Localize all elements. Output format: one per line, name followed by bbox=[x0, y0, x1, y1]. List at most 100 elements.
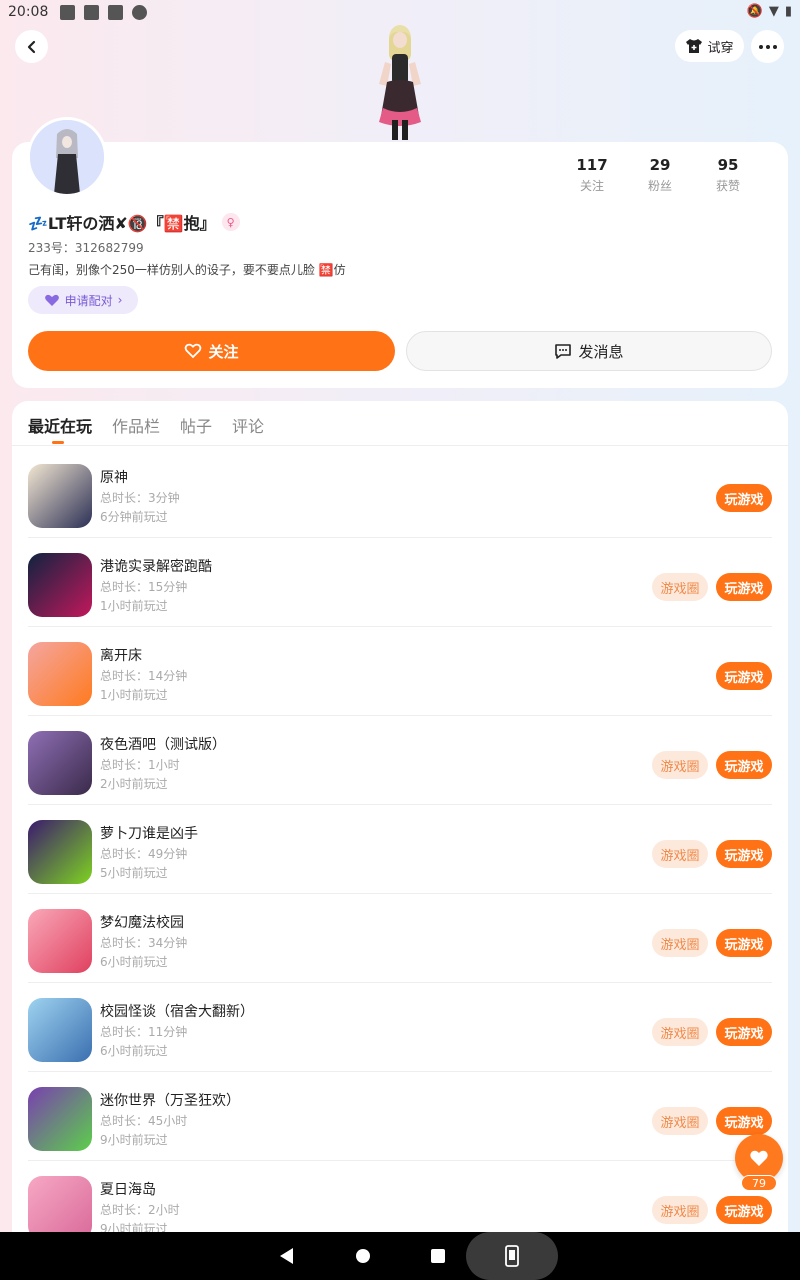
stat-followers[interactable]: 29 粉丝 bbox=[626, 156, 694, 194]
game-icon[interactable] bbox=[28, 998, 92, 1062]
chevron-left-icon bbox=[27, 40, 35, 53]
chevron-right-icon: › bbox=[117, 293, 123, 307]
try-on-label: 试穿 bbox=[707, 40, 734, 56]
game-last-played: 6分钟前玩过 bbox=[100, 510, 168, 524]
follow-label: 关注 bbox=[208, 342, 239, 361]
play-game-button[interactable]: 玩游戏 bbox=[716, 1018, 772, 1046]
status-bar: 20:08 🔕 ▼ ▮ bbox=[0, 0, 800, 24]
stat-label: 获赞 bbox=[715, 179, 740, 193]
game-duration: 总时长：45小时 bbox=[100, 1114, 188, 1128]
nav-back-icon[interactable] bbox=[280, 1248, 293, 1264]
game-icon[interactable] bbox=[28, 1087, 92, 1151]
play-game-button[interactable]: 玩游戏 bbox=[716, 573, 772, 601]
nav-recents-icon[interactable] bbox=[431, 1249, 445, 1263]
user-nickname: 💤LT轩の洒✘🔞『🈲抱』 ♀ bbox=[28, 210, 240, 234]
stat-label: 关注 bbox=[579, 179, 604, 193]
game-circle-button[interactable]: 游戏圈 bbox=[652, 573, 708, 601]
play-game-button[interactable]: 玩游戏 bbox=[716, 751, 772, 779]
game-last-played: 9小时前玩过 bbox=[100, 1133, 168, 1147]
stat-value: 95 bbox=[717, 156, 739, 174]
user-bio: 己有闺，别像个250一样仿别人的设子，要不要点儿脸 🈲仿 bbox=[28, 263, 346, 277]
tab-posts[interactable]: 帖子 bbox=[180, 413, 212, 437]
tab-works[interactable]: 作品栏 bbox=[112, 413, 160, 437]
stat-following[interactable]: 117 关注 bbox=[558, 156, 626, 194]
game-row[interactable]: 夏日海岛 总时长：2小时 9小时前玩过 游戏圈 玩游戏 bbox=[12, 1161, 788, 1241]
battery-icon: ▮ bbox=[784, 4, 792, 19]
game-icon[interactable] bbox=[28, 553, 92, 617]
game-icon[interactable] bbox=[28, 464, 92, 528]
game-duration: 总时长：1小时 bbox=[100, 758, 180, 772]
try-on-button[interactable]: 试穿 bbox=[675, 30, 744, 62]
game-circle-button[interactable]: 游戏圈 bbox=[652, 1107, 708, 1135]
game-duration: 总时长：34分钟 bbox=[100, 936, 188, 950]
apply-match-label: 申请配对 bbox=[64, 293, 113, 308]
more-icon bbox=[758, 44, 777, 49]
phone-rotate-icon bbox=[505, 1245, 519, 1267]
profile-stats: 117 关注 29 粉丝 95 获赞 bbox=[558, 156, 762, 194]
game-row[interactable]: 原神 总时长：3分钟 6分钟前玩过 玩游戏 bbox=[12, 449, 788, 538]
notification-icon bbox=[108, 4, 124, 20]
game-circle-button[interactable]: 游戏圈 bbox=[652, 840, 708, 868]
play-game-button[interactable]: 玩游戏 bbox=[716, 484, 772, 512]
game-row[interactable]: 港诡实录解密跑酷 总时长：15分钟 1小时前玩过 游戏圈 玩游戏 bbox=[12, 538, 788, 627]
game-row[interactable]: 夜色酒吧（测试版） 总时长：1小时 2小时前玩过 游戏圈 玩游戏 bbox=[12, 716, 788, 805]
nav-home-icon[interactable] bbox=[356, 1249, 370, 1263]
send-message-label: 发消息 bbox=[578, 342, 624, 361]
game-last-played: 1小时前玩过 bbox=[100, 688, 168, 702]
game-circle-button[interactable]: 游戏圈 bbox=[652, 1196, 708, 1224]
game-row[interactable]: 迷你世界（万圣狂欢） 总时长：45小时 9小时前玩过 游戏圈 玩游戏 bbox=[12, 1072, 788, 1161]
game-last-played: 2小时前玩过 bbox=[100, 777, 168, 791]
game-name: 萝卜刀谁是凶手 bbox=[100, 826, 198, 842]
play-game-button[interactable]: 玩游戏 bbox=[716, 662, 772, 690]
play-game-button[interactable]: 玩游戏 bbox=[716, 840, 772, 868]
stat-value: 117 bbox=[576, 156, 608, 174]
game-duration: 总时长：11分钟 bbox=[100, 1025, 188, 1039]
game-row[interactable]: 萝卜刀谁是凶手 总时长：49分钟 5小时前玩过 游戏圈 玩游戏 bbox=[12, 805, 788, 894]
game-icon[interactable] bbox=[28, 1176, 92, 1240]
chat-icon bbox=[555, 344, 572, 359]
divider bbox=[12, 445, 788, 446]
game-icon[interactable] bbox=[28, 642, 92, 706]
send-message-button[interactable]: 发消息 bbox=[406, 331, 772, 371]
tab-indicator bbox=[52, 441, 64, 444]
follow-button[interactable]: 关注 bbox=[28, 331, 395, 371]
play-game-button[interactable]: 玩游戏 bbox=[716, 1196, 772, 1224]
game-last-played: 6小时前玩过 bbox=[100, 1044, 168, 1058]
play-game-button[interactable]: 玩游戏 bbox=[716, 929, 772, 957]
settings-icon bbox=[132, 4, 148, 20]
game-duration: 总时长：49分钟 bbox=[100, 847, 188, 861]
game-duration: 总时长：3分钟 bbox=[100, 491, 180, 505]
notification-icon bbox=[84, 4, 100, 20]
apply-match-button[interactable]: 申请配对 › bbox=[28, 286, 138, 314]
game-icon[interactable] bbox=[28, 909, 92, 973]
game-icon[interactable] bbox=[28, 731, 92, 795]
game-row[interactable]: 校园怪谈（宿舍大翻新） 总时长：11分钟 6小时前玩过 游戏圈 玩游戏 bbox=[12, 983, 788, 1072]
game-circle-button[interactable]: 游戏圈 bbox=[652, 751, 708, 779]
game-name: 夏日海岛 bbox=[100, 1182, 156, 1198]
game-last-played: 5小时前玩过 bbox=[100, 866, 168, 880]
heart-plus-icon bbox=[185, 343, 202, 359]
more-options-button[interactable] bbox=[751, 30, 784, 63]
game-circle-button[interactable]: 游戏圈 bbox=[652, 929, 708, 957]
game-row[interactable]: 离开床 总时长：14分钟 1小时前玩过 玩游戏 bbox=[12, 627, 788, 716]
stat-value: 29 bbox=[649, 156, 671, 174]
tab-recently-played[interactable]: 最近在玩 bbox=[28, 413, 92, 437]
wifi-icon: ▼ bbox=[768, 4, 779, 19]
game-row[interactable]: 梦幻魔法校园 总时长：34分钟 6小时前玩过 游戏圈 玩游戏 bbox=[12, 894, 788, 983]
status-time: 20:08 bbox=[8, 4, 49, 20]
game-icon[interactable] bbox=[28, 820, 92, 884]
avatar[interactable] bbox=[27, 117, 107, 197]
stat-label: 粉丝 bbox=[647, 179, 672, 193]
heart-pair-icon bbox=[44, 294, 59, 306]
back-button[interactable] bbox=[15, 30, 48, 63]
system-navigation-bar bbox=[0, 1232, 800, 1280]
play-game-button[interactable]: 玩游戏 bbox=[716, 1107, 772, 1135]
nav-rotate-button[interactable] bbox=[466, 1232, 558, 1280]
game-circle-button[interactable]: 游戏圈 bbox=[652, 1018, 708, 1046]
mute-icon: 🔕 bbox=[746, 4, 763, 19]
game-duration: 总时长：2小时 bbox=[100, 1203, 180, 1217]
game-name: 离开床 bbox=[100, 648, 142, 664]
tab-comments[interactable]: 评论 bbox=[232, 413, 264, 437]
stat-likes[interactable]: 95 获赞 bbox=[694, 156, 762, 194]
game-name: 迷你世界（万圣狂欢） bbox=[100, 1093, 240, 1109]
